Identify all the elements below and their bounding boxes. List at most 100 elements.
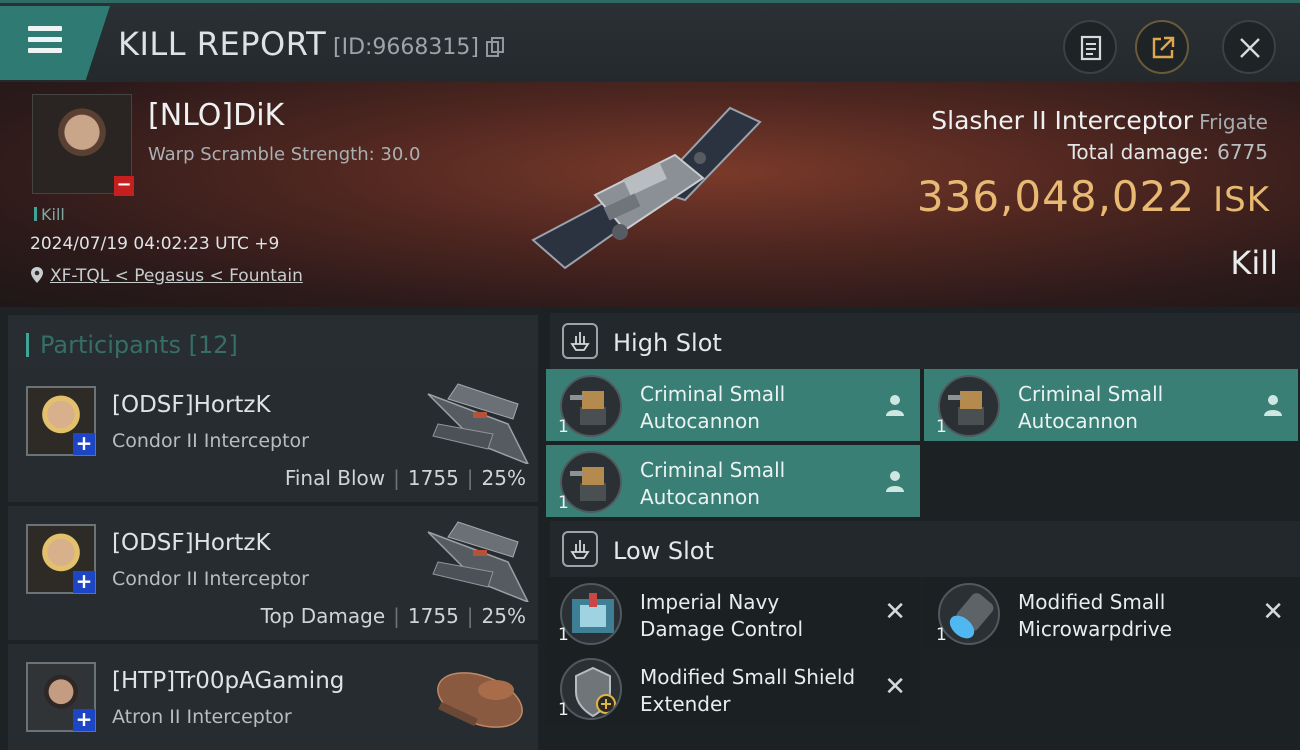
module-name-line2: Autocannon — [640, 485, 760, 509]
isk-value: 336,048,022 — [916, 172, 1196, 221]
clipboard-icon — [1080, 35, 1102, 61]
participants-panel: Participants [12] + [ODSF]HortzK Condor … — [0, 307, 540, 750]
pilot-icon — [886, 395, 904, 416]
total-damage-label: Total damage: — [1067, 140, 1210, 164]
victim-ship-info: Slasher II Interceptor Frigate — [931, 106, 1268, 135]
plus-badge-icon: + — [73, 571, 95, 593]
shield-extender-icon — [560, 658, 622, 720]
copy-icon[interactable] — [486, 37, 504, 57]
participant-stats: Top Damage | 1755 | 25% — [261, 604, 526, 628]
kill-result-label: Kill — [1230, 244, 1278, 282]
module-low-slot[interactable]: 1 Imperial Navy Damage Control ✕ — [546, 577, 920, 649]
module-low-slot[interactable]: 1 Modified Small Shield Extender ✕ — [546, 652, 920, 724]
menu-icon — [28, 26, 62, 59]
module-name: Modified Small Microwarpdrive — [1018, 589, 1258, 643]
isk-unit: ISK — [1213, 180, 1270, 220]
participant-row[interactable]: + [ODSF]HortzK Condor II Interceptor Top… — [8, 506, 538, 640]
participant-row[interactable]: + [ODSF]HortzK Condor II Interceptor Fin… — [8, 368, 538, 502]
low-slot-icon — [562, 531, 598, 567]
participant-damage: 1755 — [407, 466, 459, 490]
header-bar: KILL REPORT [ID:9668315] — [0, 0, 1300, 82]
report-id: [ID:9668315] — [333, 35, 479, 60]
close-button[interactable] — [1222, 20, 1276, 74]
module-name-line1: Criminal Small — [640, 382, 786, 406]
victim-ship-name: Slasher II Interceptor — [931, 106, 1194, 135]
module-name-line2: Microwarpdrive — [1018, 617, 1172, 641]
module-name: Modified Small Shield Extender — [640, 664, 880, 718]
kill-location-link[interactable]: XF-TQL < Pegasus < Fountain — [30, 266, 303, 286]
participant-ship-image — [427, 521, 529, 602]
stats-separator: | — [393, 466, 400, 490]
high-slot-header[interactable]: High Slot — [550, 313, 1300, 369]
module-name: Imperial Navy Damage Control — [640, 589, 880, 643]
participant-percent: 25% — [481, 466, 526, 490]
module-name-line2: Autocannon — [640, 409, 760, 433]
destroyed-icon: ✕ — [1262, 597, 1284, 627]
module-name: Criminal Small Autocannon — [640, 457, 880, 511]
module-name-line2: Extender — [640, 692, 731, 716]
participant-name: [HTP]Tr00pAGaming — [112, 668, 345, 694]
victim-pilot-name[interactable]: [NLO]DiK — [148, 98, 284, 133]
module-high-slot[interactable]: 1 Criminal Small Autocannon — [546, 369, 920, 441]
participant-damage: 1755 — [407, 604, 459, 628]
location-text[interactable]: XF-TQL < Pegasus < Fountain — [50, 266, 303, 286]
participants-title: Participants [12] — [40, 331, 238, 359]
close-icon — [1240, 38, 1260, 58]
pilot-icon — [1264, 395, 1282, 416]
clipboard-button[interactable] — [1063, 20, 1117, 74]
autocannon-icon — [938, 375, 1000, 437]
participant-stats: Final Blow | 1755 | 25% — [285, 466, 526, 490]
module-quantity: 1 — [936, 625, 947, 645]
module-name-line1: Modified Small — [1018, 590, 1166, 614]
participant-row[interactable]: + [HTP]Tr00pAGaming Atron II Interceptor — [8, 644, 538, 750]
plus-badge-icon: + — [73, 433, 95, 455]
warp-scramble-strength: Warp Scramble Strength: 30.0 — [148, 144, 421, 165]
kill-tag: Kill — [34, 205, 65, 224]
participant-ship: Atron II Interceptor — [112, 706, 292, 728]
damage-control-icon — [560, 583, 622, 645]
location-pin-icon — [31, 267, 43, 283]
victim-ship-image — [531, 106, 762, 270]
participant-name: [ODSF]HortzK — [112, 392, 271, 418]
high-slot-label: High Slot — [613, 329, 722, 357]
module-quantity: 1 — [936, 417, 947, 437]
module-name-line1: Imperial Navy — [640, 590, 780, 614]
module-quantity: 1 — [558, 417, 569, 437]
participants-header[interactable]: Participants [12] — [8, 315, 538, 369]
autocannon-icon — [560, 451, 622, 513]
minus-badge-icon: − — [114, 176, 134, 196]
participant-name: [ODSF]HortzK — [112, 530, 271, 556]
module-quantity: 1 — [558, 493, 569, 513]
stats-separator: | — [466, 466, 474, 490]
autocannon-icon — [560, 375, 622, 437]
low-slot-header[interactable]: Low Slot — [550, 521, 1300, 577]
export-icon — [1152, 36, 1175, 59]
page-title: KILL REPORT — [118, 25, 327, 63]
participant-ship-image — [437, 672, 523, 728]
total-damage: Total damage: 6775 — [1068, 140, 1268, 164]
module-quantity: 1 — [558, 625, 569, 645]
module-quantity: 1 — [558, 700, 569, 720]
microwarpdrive-icon — [938, 583, 1000, 645]
module-high-slot[interactable]: 1 Criminal Small Autocannon — [924, 369, 1298, 441]
participant-percent: 25% — [481, 604, 526, 628]
low-slot-label: Low Slot — [613, 537, 714, 565]
stats-separator: | — [393, 604, 400, 628]
high-slot-icon — [562, 323, 598, 359]
total-damage-value: 6775 — [1217, 140, 1268, 164]
participant-ship: Condor II Interceptor — [112, 430, 309, 452]
fitting-panel: High Slot 1 Criminal Small Autocannon 1 C… — [540, 307, 1300, 750]
module-name: Criminal Small Autocannon — [1018, 381, 1258, 435]
module-high-slot[interactable]: 1 Criminal Small Autocannon — [546, 445, 920, 517]
module-low-slot[interactable]: 1 Modified Small Microwarpdrive ✕ — [924, 577, 1298, 649]
plus-badge-icon: + — [73, 709, 95, 731]
participant-ship-image — [427, 383, 529, 464]
victim-ship-class: Frigate — [1199, 110, 1268, 134]
participant-role: Top Damage — [260, 604, 386, 628]
module-name-line2: Autocannon — [1018, 409, 1138, 433]
menu-button[interactable] — [0, 6, 110, 80]
module-name-line1: Criminal Small — [1018, 382, 1164, 406]
export-button[interactable] — [1135, 20, 1189, 74]
module-name-line1: Criminal Small — [640, 458, 786, 482]
destroyed-icon: ✕ — [884, 597, 906, 627]
